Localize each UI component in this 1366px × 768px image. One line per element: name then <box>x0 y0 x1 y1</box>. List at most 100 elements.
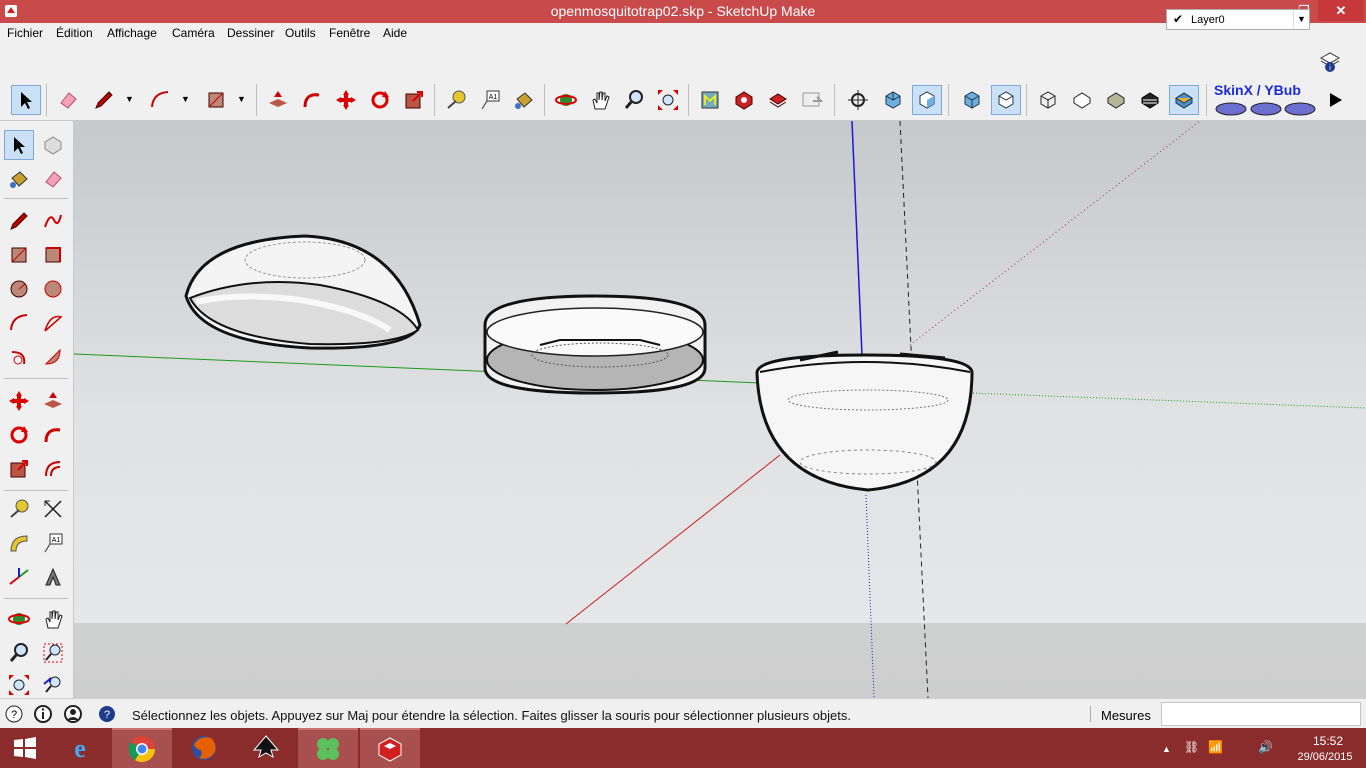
taskbar-chrome[interactable] <box>112 728 172 768</box>
move-tool-button[interactable] <box>331 85 361 115</box>
left-tape-measure-button[interactable] <box>4 494 34 524</box>
left-follow-me-button[interactable] <box>38 420 68 450</box>
menu-affichage[interactable]: Affichage <box>107 26 157 40</box>
look-around-button[interactable] <box>912 85 942 115</box>
eraser-tool-button[interactable] <box>53 85 83 115</box>
left-rotated-rectangle-button[interactable] <box>38 240 68 270</box>
model-viewport[interactable] <box>74 121 1366 698</box>
pencil-tool-button[interactable] <box>89 85 119 115</box>
taskbar-sketchup[interactable] <box>360 728 420 768</box>
menu-outils[interactable]: Outils <box>285 26 316 40</box>
left-3pt-arc-button[interactable] <box>4 342 34 372</box>
bowl-right[interactable] <box>755 350 974 492</box>
left-component-button[interactable] <box>38 130 68 160</box>
position-camera-button[interactable] <box>843 85 873 115</box>
left-circle-button[interactable] <box>4 274 34 304</box>
ybub-icon[interactable] <box>1249 97 1283 117</box>
left-rectangle-button[interactable] <box>4 240 34 270</box>
clock-time[interactable]: 15:52 <box>1300 734 1356 748</box>
taskbar-clover-app[interactable] <box>298 728 358 768</box>
measures-input[interactable] <box>1161 702 1361 726</box>
left-scale-button[interactable] <box>4 454 34 484</box>
scene-canvas[interactable] <box>74 121 1366 698</box>
left-pencil-button[interactable] <box>4 206 34 236</box>
left-zoom-window-button[interactable] <box>38 638 68 668</box>
left-axes-button[interactable] <box>4 562 34 592</box>
layer-manager-icon[interactable]: i <box>1318 49 1342 73</box>
taskbar-inkscape[interactable] <box>236 728 296 768</box>
user-account-icon[interactable] <box>63 704 83 724</box>
shaded-button[interactable] <box>1135 85 1165 115</box>
menu-aide[interactable]: Aide <box>383 26 407 40</box>
warehouse-button[interactable] <box>695 85 725 115</box>
rotate-tool-button[interactable] <box>365 85 395 115</box>
wireframe-button[interactable] <box>1067 85 1097 115</box>
tray-network-app-icon[interactable]: ⛓ <box>1184 740 1199 754</box>
left-dimension-button[interactable] <box>38 494 68 524</box>
left-3d-text-button[interactable] <box>38 562 68 592</box>
extension-warehouse-button[interactable] <box>729 85 759 115</box>
hidden-line-button[interactable] <box>1101 85 1131 115</box>
follow-me-tool-button[interactable] <box>297 85 327 115</box>
left-polygon-button[interactable] <box>38 274 68 304</box>
taskbar-firefox[interactable] <box>174 728 234 768</box>
menu-dessiner[interactable]: Dessiner <box>227 26 274 40</box>
left-push-pull-button[interactable] <box>38 386 68 416</box>
top-view-button[interactable] <box>991 85 1021 115</box>
geo-location-icon[interactable]: ? <box>4 704 24 724</box>
left-paint-bucket-button[interactable] <box>4 164 34 194</box>
menu-edition[interactable]: Édition <box>56 26 93 40</box>
rectangle-tool-button[interactable] <box>201 85 231 115</box>
layer-dropdown[interactable]: ✔ Layer0 ▼ <box>1166 9 1310 30</box>
menu-fenetre[interactable]: Fenêtre <box>329 26 370 40</box>
credits-icon[interactable] <box>33 704 53 724</box>
walk-button[interactable] <box>878 85 908 115</box>
left-pie-button[interactable] <box>38 342 68 372</box>
scale-tool-button[interactable] <box>399 85 429 115</box>
menu-camera[interactable]: Caméra <box>172 26 215 40</box>
left-move-button[interactable] <box>4 386 34 416</box>
chevron-down-icon[interactable]: ▼ <box>1293 10 1309 29</box>
left-text-button[interactable]: A1 <box>38 528 68 558</box>
left-pan-button[interactable] <box>38 604 68 634</box>
ybub-icon[interactable] <box>1283 97 1317 117</box>
left-eraser-button[interactable] <box>38 164 68 194</box>
zoom-tool-button[interactable] <box>619 85 649 115</box>
clock-date[interactable]: 29/06/2015 <box>1290 751 1360 763</box>
play-button[interactable] <box>1320 85 1350 115</box>
ring-middle[interactable] <box>483 294 707 395</box>
tape-measure-tool-button[interactable] <box>441 85 471 115</box>
left-freehand-button[interactable] <box>38 206 68 236</box>
iso-view-button[interactable] <box>957 85 987 115</box>
text-tool-button[interactable]: A1 <box>475 85 505 115</box>
tray-volume-icon[interactable]: 🔊 <box>1258 740 1273 754</box>
shaded-textures-button[interactable] <box>1169 85 1199 115</box>
zoom-extents-tool-button[interactable] <box>653 85 683 115</box>
share-model-button[interactable] <box>763 85 793 115</box>
left-select-button[interactable] <box>4 130 34 160</box>
left-orbit-button[interactable] <box>4 604 34 634</box>
orbit-tool-button[interactable] <box>551 85 581 115</box>
left-rotate-button[interactable] <box>4 420 34 450</box>
left-offset-button[interactable] <box>38 454 68 484</box>
instructor-help-icon[interactable]: ? <box>97 704 117 724</box>
paint-bucket-tool-button[interactable] <box>509 85 539 115</box>
chevron-down-icon[interactable]: ▼ <box>125 94 135 104</box>
left-previous-view-button[interactable] <box>38 670 68 700</box>
taskbar-internet-explorer[interactable]: e <box>50 728 110 768</box>
chevron-down-icon[interactable]: ▼ <box>237 94 247 104</box>
left-zoom-button[interactable] <box>4 638 34 668</box>
menu-fichier[interactable]: Fichier <box>7 26 43 40</box>
left-protractor-button[interactable] <box>4 528 34 558</box>
arc-tool-button[interactable] <box>145 85 175 115</box>
left-zoom-extents-button[interactable] <box>4 670 34 700</box>
chevron-down-icon[interactable]: ▼ <box>181 94 191 104</box>
select-tool-button[interactable] <box>11 85 41 115</box>
left-2pt-arc-button[interactable] <box>38 308 68 338</box>
tray-signal-icon[interactable]: 📶 <box>1208 740 1223 754</box>
push-pull-tool-button[interactable] <box>263 85 293 115</box>
start-button[interactable] <box>0 728 50 768</box>
left-arc-button[interactable] <box>4 308 34 338</box>
xray-button[interactable] <box>1033 85 1063 115</box>
dome-shell-left[interactable] <box>184 234 422 350</box>
